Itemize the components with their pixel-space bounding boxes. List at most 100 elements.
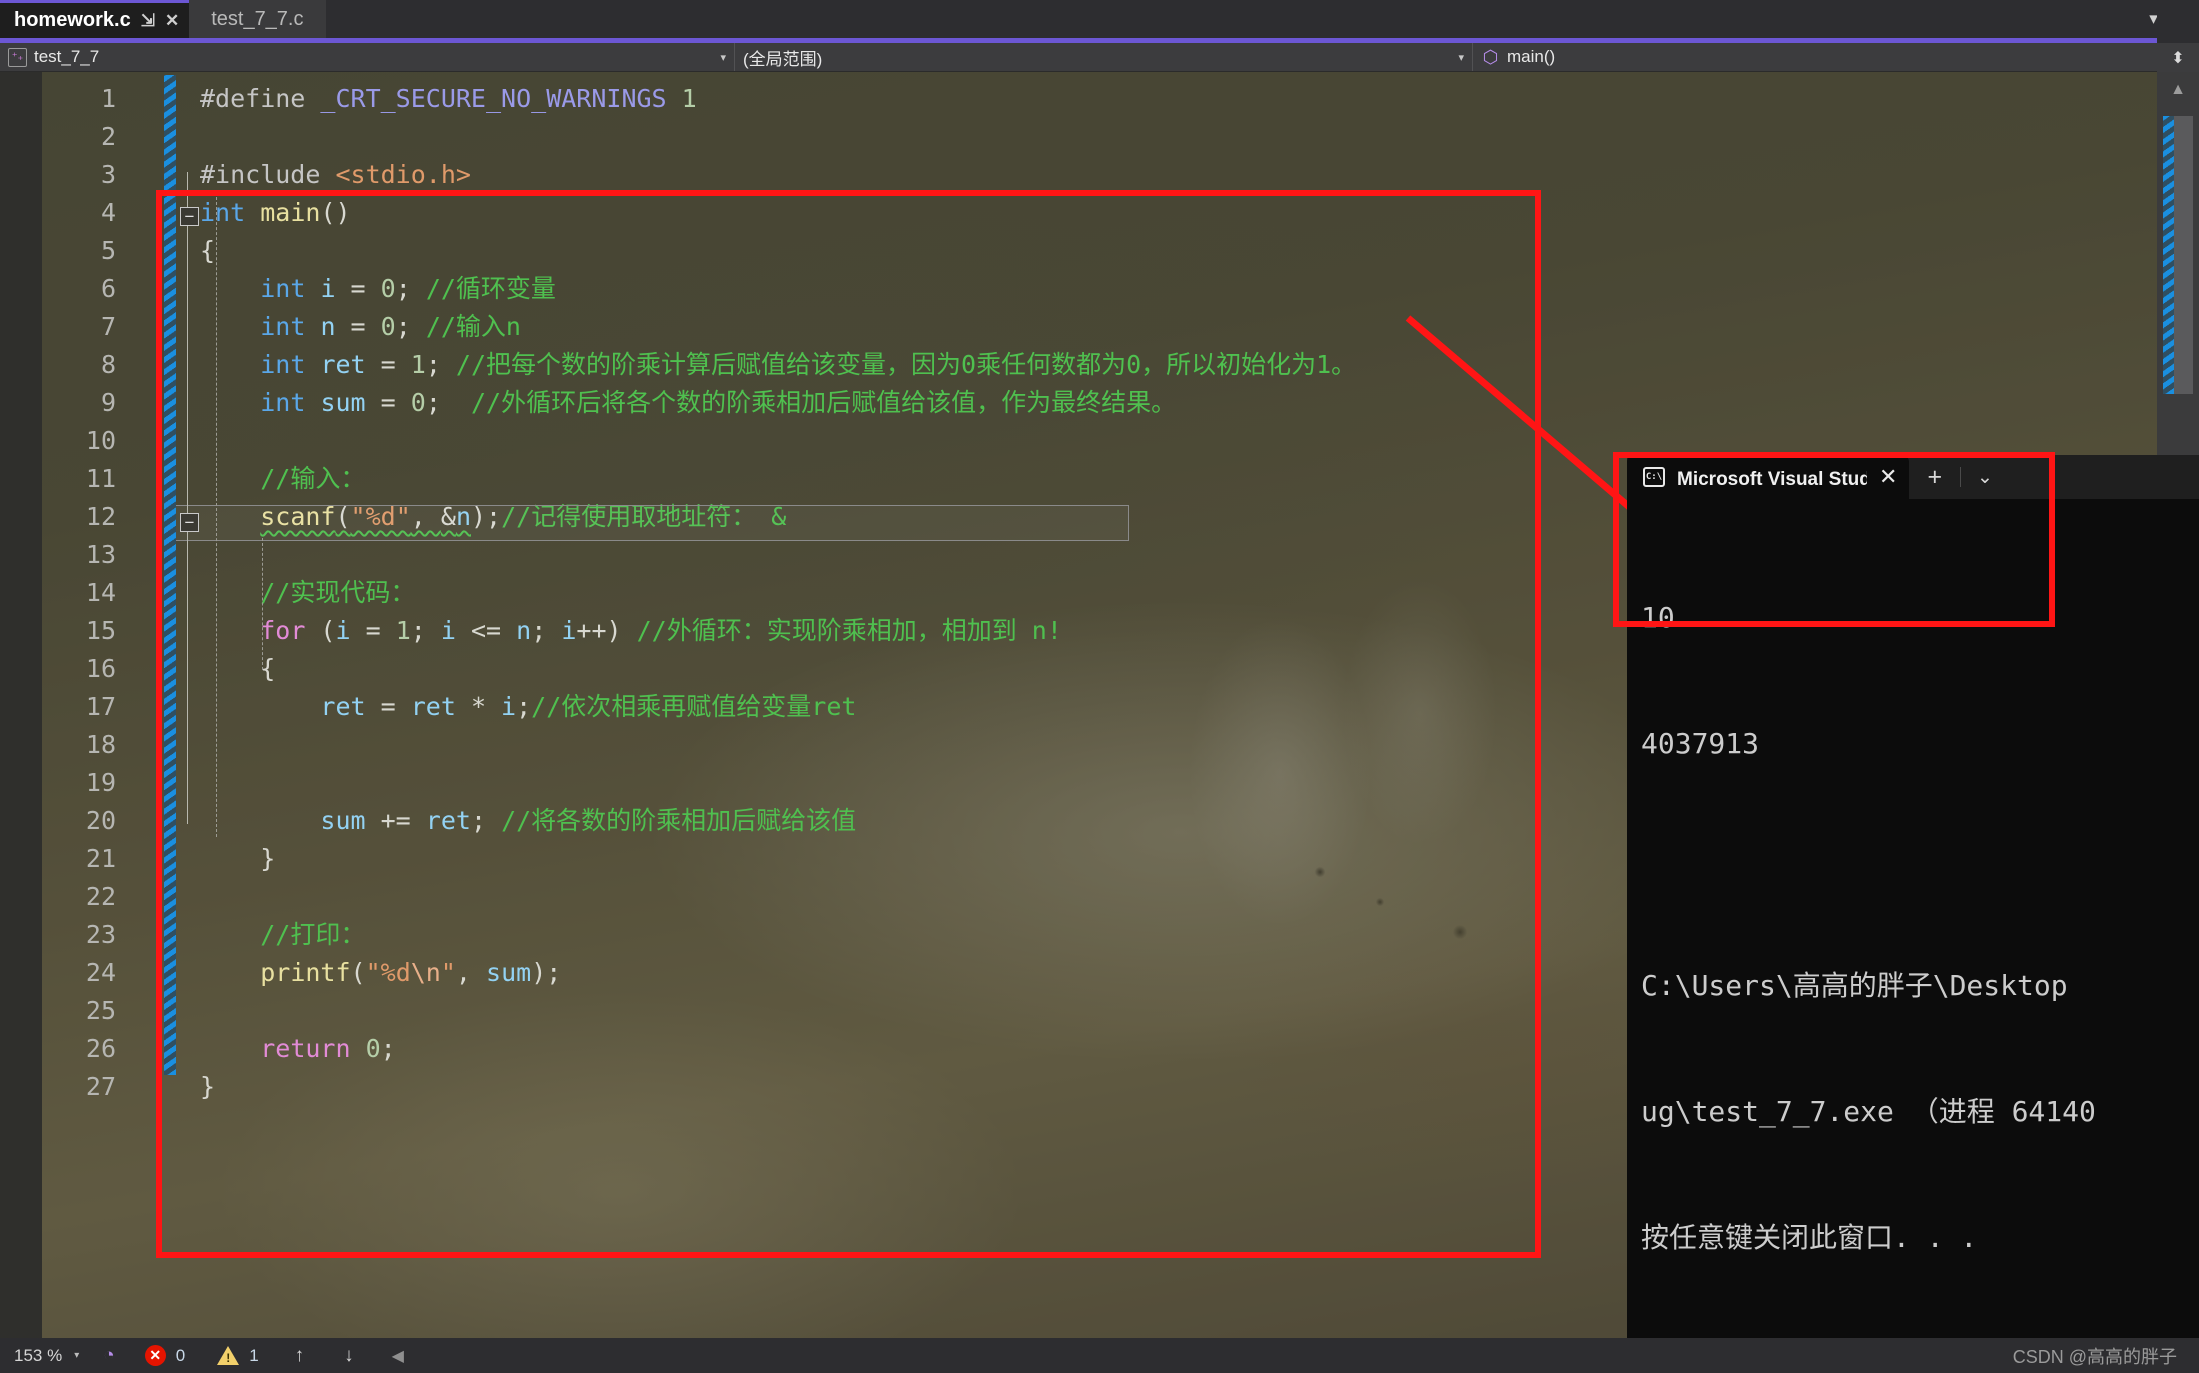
code-line[interactable]: sum += ret; //将各数的阶乘相加后赋给该值 [200, 802, 856, 840]
chevron-down-icon[interactable]: ▾ [74, 1350, 79, 1361]
code-token: int [260, 274, 306, 303]
warning-count-item[interactable]: 1 [201, 1346, 274, 1366]
code-token: ; [410, 616, 441, 645]
collapse-panel-button[interactable]: ◀ [374, 1346, 422, 1366]
chevron-down-icon[interactable]: ▾ [706, 51, 726, 64]
chevron-down-icon[interactable]: ⌄ [1961, 455, 2009, 499]
code-token: _CRT_SECURE_NO_WARNINGS [320, 84, 667, 113]
code-token: return [260, 1034, 351, 1063]
code-line[interactable]: ret = ret * i;//依次相乘再赋值给变量ret [200, 688, 856, 726]
previous-issue-button[interactable]: ↑ [275, 1345, 325, 1367]
code-line[interactable]: } [200, 840, 275, 878]
tab-label: test_7_7.c [211, 7, 304, 30]
code-token: ; [425, 388, 471, 417]
code-line[interactable]: int n = 0; //输入n [200, 308, 521, 346]
code-token: 1 [681, 84, 697, 113]
scope-dropdown[interactable]: (全局范围) ▾ [735, 43, 1473, 71]
code-line[interactable]: int main() [200, 194, 351, 232]
code-line[interactable]: printf("%d\n", sum); [200, 954, 561, 992]
code-line[interactable]: for (i = 1; i <= n; i++) //外循环：实现阶乘相加，相加… [200, 612, 1062, 650]
code-line[interactable]: #include <stdio.h> [200, 156, 471, 194]
code-token: //将各数的阶乘相加后赋给该值 [501, 806, 857, 835]
code-token: } [260, 844, 276, 873]
scrollbar-thumb[interactable] [2163, 116, 2193, 394]
fold-toggle-main[interactable]: − [180, 207, 199, 226]
close-icon[interactable]: ✕ [1879, 464, 1897, 490]
editor-line-number-column [42, 72, 126, 1338]
code-token: ; [516, 692, 532, 721]
console-tab[interactable]: C:\ Microsoft Visual Studio 调试控 ✕ [1627, 455, 1910, 499]
editor-breakpoint-gutter[interactable] [0, 72, 42, 1338]
code-line[interactable]: { [200, 232, 215, 270]
code-line[interactable]: { [200, 650, 275, 688]
chevron-down-icon[interactable]: ▾ [1444, 51, 1464, 64]
new-terminal-button[interactable]: + [1909, 455, 1960, 499]
code-token: ; [531, 616, 562, 645]
status-bar: 153 % ▾ ◔ ✕ 0 1 ↑ ↓ ◀ CSDN @高高的胖子 [0, 1338, 2199, 1373]
pin-icon[interactable]: ⇲ [141, 12, 155, 29]
code-token: 0 [380, 312, 396, 341]
code-token: 1 [395, 616, 411, 645]
code-token: //循环变量 [425, 274, 556, 303]
console-window[interactable]: C:\ Microsoft Visual Studio 调试控 ✕ + ⌄ 10… [1627, 455, 2199, 1338]
zoom-level-control[interactable]: 153 % ▾ [0, 1346, 89, 1366]
project-dropdown[interactable]: ⁺₊ test_7_7 ▾ [0, 43, 735, 71]
code-token: //实现代码： [260, 578, 416, 607]
code-token: ); [531, 958, 562, 987]
code-token: sum [320, 388, 366, 417]
code-token: sum [486, 958, 532, 987]
code-line[interactable]: #define _CRT_SECURE_NO_WARNINGS 1 [200, 80, 697, 118]
code-line[interactable]: int ret = 1; //把每个数的阶乘计算后赋值给该变量，因为0乘任何数都… [200, 346, 1356, 384]
member-dropdown[interactable]: ⬡ main() ▾ [1473, 43, 2199, 71]
code-line[interactable]: //打印： [200, 916, 365, 954]
code-token: int [200, 198, 246, 227]
code-token: * [455, 692, 502, 721]
code-line[interactable]: //输入： [200, 460, 365, 498]
scroll-up-button[interactable]: ▲ [2157, 72, 2199, 108]
code-token: () [320, 198, 351, 227]
code-token: main [260, 198, 321, 227]
error-count-item[interactable]: ✕ 0 [129, 1345, 201, 1366]
code-token: ; [395, 312, 426, 341]
code-line[interactable]: //实现代码： [200, 574, 415, 612]
code-token: ++) [576, 616, 637, 645]
fold-toggle-for[interactable]: − [180, 513, 199, 532]
code-token: //输入： [260, 464, 366, 493]
code-token: int [260, 312, 306, 341]
watermark-label: CSDN @高高的胖子 [2012, 1346, 2177, 1367]
code-token: ; [470, 806, 502, 835]
code-token: //外循环：实现阶乘相加，相加到 n! [636, 616, 1062, 645]
intellicode-icon[interactable]: ◔ [89, 1345, 128, 1367]
code-token: "%d [365, 958, 411, 987]
tab-label: homework.c [14, 9, 131, 31]
console-tab-title: Microsoft Visual Studio 调试控 [1677, 468, 1867, 490]
member-dropdown-label: main() [1507, 47, 1556, 66]
code-token: 0 [380, 274, 396, 303]
code-line[interactable]: int i = 0; //循环变量 [200, 270, 556, 308]
split-editor-button[interactable]: ⬍ [2157, 43, 2199, 72]
code-line[interactable]: } [200, 1068, 215, 1106]
code-line[interactable]: return 0; [200, 1030, 396, 1068]
console-info-line: ug\test_7_7.exe （进程 64140 [1641, 1095, 2096, 1128]
visual-studio-window: homework.c ⇲ ✕ test_7_7.c ▾ ⚙ ⁺₊ test_7_… [0, 0, 2199, 1373]
scope-guide-inner [216, 197, 217, 837]
warning-count-label: 1 [249, 1345, 259, 1365]
code-token: ; [380, 1034, 396, 1063]
code-line[interactable]: int sum = 0; //外循环后将各个数的阶乘相加后赋值给该值，作为最终结… [200, 384, 1176, 422]
error-icon: ✕ [144, 1345, 166, 1366]
next-issue-button[interactable]: ↓ [324, 1345, 374, 1367]
navigation-bar: ⁺₊ test_7_7 ▾ (全局范围) ▾ ⬡ main() ▾ [0, 43, 2199, 72]
warning-icon [217, 1346, 240, 1365]
tab-homework-c[interactable]: homework.c ⇲ ✕ [0, 0, 190, 38]
tab-test-7-7-c[interactable]: test_7_7.c [189, 0, 326, 38]
code-token: #define [200, 84, 321, 113]
close-icon[interactable]: ✕ [165, 12, 179, 29]
